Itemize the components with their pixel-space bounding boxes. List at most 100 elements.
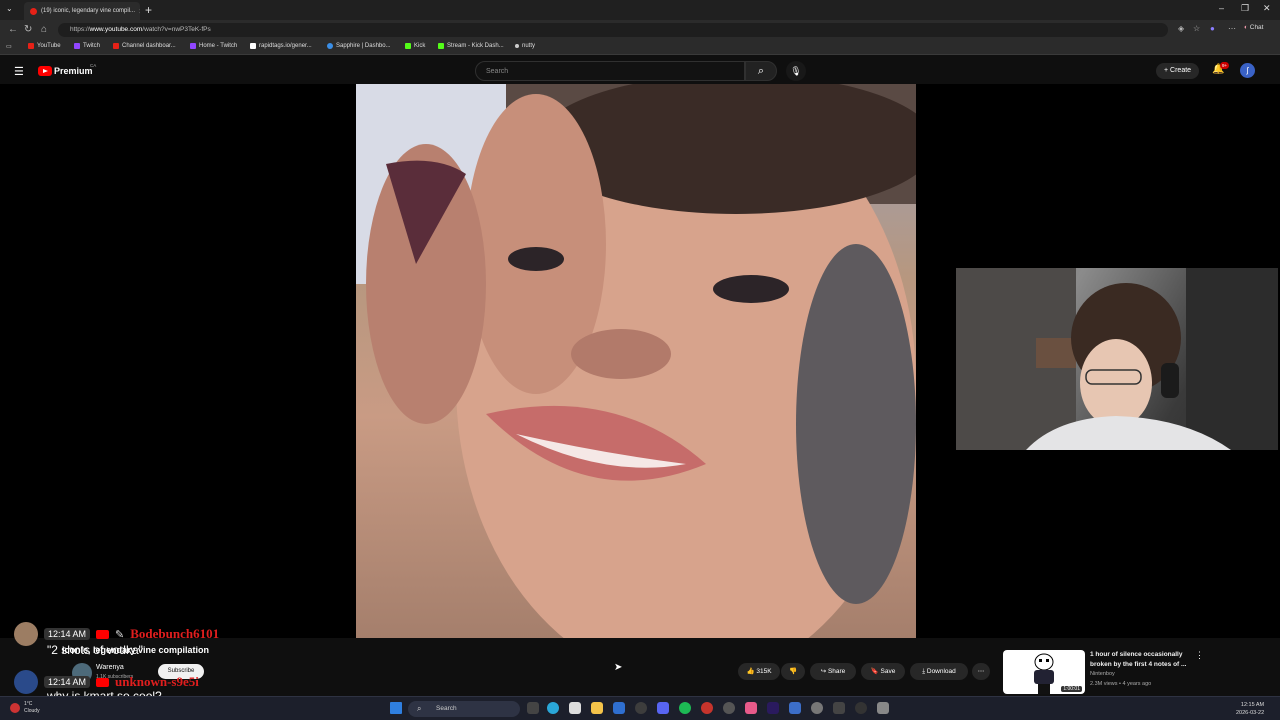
like-button[interactable]: 👍 315K (738, 663, 780, 680)
globe-icon (515, 44, 519, 48)
bookmark-nutty[interactable]: nutty (515, 43, 535, 49)
thumbs-down-icon: 👎 (788, 668, 798, 675)
discord-icon[interactable] (657, 702, 669, 714)
search-button[interactable]: ⌕ (745, 61, 777, 81)
bookmark-kick[interactable]: Kick (405, 43, 425, 49)
copilot-chat-button[interactable]: ◐ Chat (1244, 24, 1263, 31)
youtube-platform-icon (96, 629, 110, 639)
chat-username: unknown-s9e5i (115, 674, 199, 689)
app-icon[interactable] (745, 702, 757, 714)
app-icon[interactable] (789, 702, 801, 714)
spotify-icon[interactable] (679, 702, 691, 714)
mouse-cursor-icon: ➤ (614, 662, 623, 673)
recommended-channel[interactable]: Nintenboy (1090, 671, 1115, 677)
clock-time: 12:15 AM (1240, 702, 1265, 708)
app-icon[interactable] (833, 702, 845, 714)
recommended-menu-icon[interactable]: ⋮ (1195, 650, 1204, 661)
taskbar-search[interactable]: ⌕ Search (408, 701, 520, 717)
account-avatar[interactable]: ʃ (1240, 63, 1255, 78)
bookmark-twitch[interactable]: Twitch (74, 43, 100, 49)
app-icon[interactable] (877, 702, 889, 714)
download-button[interactable]: ⤓ Download (910, 663, 968, 680)
edge-icon[interactable] (547, 702, 559, 714)
bookmark-kick-dashboard[interactable]: Stream - Kick Dash... (438, 43, 504, 49)
rapidtags-icon (250, 43, 256, 49)
bookmark-label: Channel dashboar... (122, 43, 176, 49)
profile-icon[interactable]: ● (1210, 24, 1215, 33)
close-window-icon[interactable]: ✕ (1263, 3, 1271, 14)
bookmark-label: YouTube (37, 43, 61, 49)
kick-icon (405, 43, 411, 49)
voice-search-button[interactable]: 🎙 (786, 61, 806, 81)
thumbs-up-icon: 👍 (746, 668, 755, 675)
url-prefix: https:// (70, 26, 90, 33)
share-button[interactable]: ↪ Share (810, 663, 856, 680)
sapphire-icon (327, 43, 333, 49)
bookmark-home-twitch[interactable]: Home - Twitch (190, 43, 237, 49)
bookmark-channel-dashboard[interactable]: Channel dashboar... (113, 43, 176, 49)
task-view-icon[interactable] (527, 702, 539, 714)
app-icon[interactable] (811, 702, 823, 714)
more-icon[interactable]: ⋯ (1228, 24, 1236, 33)
menu-icon[interactable]: ☰ (14, 65, 24, 78)
windows-start-icon[interactable] (390, 702, 402, 714)
bookmark-youtube[interactable]: YouTube (28, 43, 61, 49)
home-icon[interactable]: ⌂ (41, 24, 47, 35)
chat-avatar (14, 670, 38, 694)
save-button[interactable]: 🔖 Save (861, 663, 905, 680)
new-tab-icon[interactable]: + (145, 3, 152, 17)
share-label: Share (827, 668, 846, 675)
close-tab-icon[interactable]: × (139, 7, 140, 16)
youtube-platform-icon (96, 677, 110, 687)
recommended-thumbnail[interactable]: 1:00:01 (1003, 650, 1085, 694)
bookmark-sapphire[interactable]: Sapphire | Dashbo... (327, 43, 391, 49)
refresh-icon[interactable]: ↻ (24, 24, 32, 35)
video-frame[interactable] (356, 84, 916, 638)
search-input[interactable]: Search (475, 61, 745, 81)
settings-icon[interactable] (723, 702, 735, 714)
restore-icon[interactable]: ❐ (1241, 3, 1249, 14)
create-label: Create (1170, 67, 1192, 74)
obs-icon[interactable] (855, 702, 867, 714)
minimize-icon[interactable]: – (1219, 3, 1224, 13)
create-button[interactable]: + Create (1156, 63, 1200, 79)
more-actions-button[interactable]: ⋯ (972, 663, 990, 680)
premium-label[interactable]: Premium (54, 66, 93, 76)
weather-icon[interactable] (10, 703, 20, 713)
url-field[interactable]: https://www.youtube.com/watch?v=nwP3TeK-… (58, 23, 1168, 37)
youtube-icon (28, 43, 34, 49)
file-explorer-icon[interactable] (591, 702, 603, 714)
store-icon[interactable] (569, 702, 581, 714)
bookmarks-folder-icon[interactable]: ▭ (6, 43, 12, 50)
system-clock[interactable]: 12:15 AM 2026-03-22 (1236, 701, 1264, 717)
download-label: Download (926, 668, 956, 675)
tab-list-icon[interactable]: ⌄ (6, 4, 13, 13)
url-domain: www.youtube.com (89, 26, 143, 33)
premiere-pro-icon[interactable] (767, 702, 779, 714)
weather-temp: 1°C (24, 701, 33, 707)
pen-icon: ✎ (115, 628, 125, 641)
recommended-title[interactable]: 1 hour of silence occasionally broken by… (1090, 650, 1190, 670)
chat-label: Chat (1249, 24, 1264, 31)
bookmark-label: Sapphire | Dashbo... (336, 43, 391, 49)
youtube-studio-icon (113, 43, 119, 49)
chat-timestamp: 12:14 AM (44, 676, 91, 688)
mail-icon[interactable] (613, 702, 625, 714)
microphone-icon: 🎙 (790, 66, 802, 76)
browser-tab-active[interactable]: (19) iconic, legendary vine compil... × (24, 2, 140, 20)
xbox-icon[interactable] (635, 702, 647, 714)
bookmark-rapidtags[interactable]: rapidtags.io/gener... (250, 43, 312, 49)
weather-widget[interactable]: 1°C Cloudy (24, 701, 40, 715)
youtube-logo-icon[interactable] (38, 66, 52, 76)
favorites-icon[interactable]: ☆ (1193, 24, 1200, 33)
back-icon[interactable]: ← (8, 24, 18, 35)
taskbar-search-label: Search (436, 705, 457, 712)
chrome-icon[interactable] (701, 702, 713, 714)
recommended-meta: 2.3M views • 4 years ago (1090, 681, 1152, 687)
more-icon: ⋯ (977, 668, 985, 675)
dislike-button[interactable]: 👎 (781, 663, 805, 680)
like-count: 315K (756, 668, 772, 675)
url-path: /watch?v=nwP3TeK-fPs (142, 26, 211, 33)
extension-icon[interactable]: ◈ (1178, 24, 1184, 33)
video-duration: 1:00:01 (1061, 686, 1082, 692)
